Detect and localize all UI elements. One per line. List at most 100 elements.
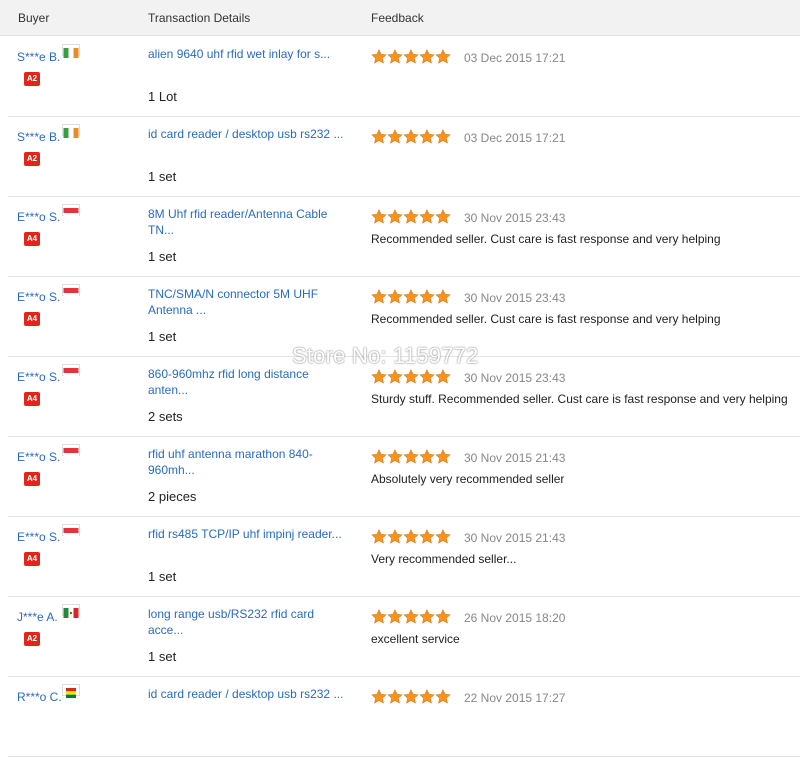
feedback-comment: Absolutely very recommended seller <box>371 472 565 486</box>
quantity-text: 1 Lot <box>148 89 177 104</box>
singapore-flag-icon <box>62 444 80 458</box>
buyer-name-link[interactable]: J***e A. <box>17 610 58 624</box>
feedback-date: 22 Nov 2015 17:27 <box>464 691 566 705</box>
feedback-date: 30 Nov 2015 23:43 <box>464 211 566 225</box>
feedback-comment: Very recommended seller... <box>371 552 517 566</box>
star-icon <box>419 49 435 64</box>
star-icon <box>403 49 419 64</box>
product-link[interactable]: rfid rs485 TCP/IP uhf impinj reader... <box>148 526 348 542</box>
star-icon <box>435 609 451 624</box>
buyer-name-link[interactable]: S***e B. <box>17 50 60 64</box>
product-link[interactable]: 860-960mhz rfid long distance anten... <box>148 366 348 398</box>
feedback-column-header: Feedback <box>371 11 424 25</box>
product-link[interactable]: alien 9640 uhf rfid wet inlay for s... <box>148 46 348 62</box>
ireland-flag-icon <box>62 44 80 58</box>
star-icon <box>371 689 387 704</box>
product-link[interactable]: rfid uhf antenna marathon 840-960mh... <box>148 446 348 478</box>
star-icon <box>387 449 403 464</box>
feedback-row: E***o S. A4 860-960mhz rfid long distance … <box>8 356 800 437</box>
star-icon <box>435 689 451 704</box>
star-icon <box>419 209 435 224</box>
feedback-row: E***o S. A4 rfid uhf antenna marathon 840-… <box>8 436 800 517</box>
product-link[interactable]: TNC/SMA/N connector 5M UHF Antenna ... <box>148 286 348 318</box>
singapore-flag-icon <box>62 204 80 218</box>
star-icon <box>371 529 387 544</box>
star-icon <box>403 289 419 304</box>
buyer-level-badge: A2 <box>24 632 40 646</box>
star-rating <box>371 209 451 225</box>
singapore-flag-icon <box>62 524 80 538</box>
star-rating <box>371 529 451 545</box>
mexico-flag-icon <box>62 604 80 618</box>
star-icon <box>435 529 451 544</box>
star-icon <box>403 209 419 224</box>
star-icon <box>403 689 419 704</box>
rating-stars <box>371 369 451 384</box>
star-icon <box>419 529 435 544</box>
star-icon <box>435 209 451 224</box>
star-icon <box>387 289 403 304</box>
bolivia-flag-icon <box>62 684 80 698</box>
feedback-comment: excellent service <box>371 632 460 646</box>
ireland-flag-icon <box>62 124 80 138</box>
buyer-level-badge: A4 <box>24 232 40 246</box>
star-icon <box>419 129 435 144</box>
star-icon <box>371 209 387 224</box>
buyer-name-link[interactable]: E***o S. <box>17 450 60 464</box>
quantity-text: 1 set <box>148 169 177 184</box>
star-icon <box>435 449 451 464</box>
product-link[interactable]: long range usb/RS232 rfid card acce... <box>148 606 348 638</box>
buyer-name-link[interactable]: E***o S. <box>17 370 60 384</box>
buyer-name-link[interactable]: E***o S. <box>17 210 60 224</box>
feedback-row: R***o C. id card reader / desktop usb rs2… <box>8 676 800 757</box>
feedback-row: E***o S. A4 8M Uhf rfid reader/Antenna Cab… <box>8 196 800 277</box>
star-icon <box>419 289 435 304</box>
star-icon <box>371 49 387 64</box>
feedback-comment: Sturdy stuff. Recommended seller. Cust c… <box>371 392 788 406</box>
star-icon <box>435 129 451 144</box>
feedback-date: 03 Dec 2015 17:21 <box>464 131 566 145</box>
star-icon <box>371 129 387 144</box>
star-rating <box>371 289 451 305</box>
buyer-level-badge: A2 <box>24 152 40 166</box>
star-icon <box>403 529 419 544</box>
feedback-row: E***o S. A4 rfid rs485 TCP/IP uhf impinj r… <box>8 516 800 597</box>
feedback-date: 30 Nov 2015 21:43 <box>464 451 566 465</box>
star-icon <box>435 49 451 64</box>
star-icon <box>419 689 435 704</box>
transaction-details-column-header: Transaction Details <box>148 11 251 25</box>
star-icon <box>403 449 419 464</box>
feedback-row: E***o S. A4 TNC/SMA/N connector 5M UHF Ant… <box>8 276 800 357</box>
buyer-name-link[interactable]: E***o S. <box>17 290 60 304</box>
rating-stars <box>371 289 451 304</box>
buyer-name-link[interactable]: E***o S. <box>17 530 60 544</box>
quantity-text: 1 set <box>148 569 177 584</box>
buyer-name-link[interactable]: S***e B. <box>17 130 60 144</box>
product-link[interactable]: id card reader / desktop usb rs232 ... <box>148 126 348 142</box>
star-rating <box>371 49 451 65</box>
product-link[interactable]: 8M Uhf rfid reader/Antenna Cable TN... <box>148 206 348 238</box>
quantity-text: 2 sets <box>148 409 183 424</box>
feedback-date: 30 Nov 2015 21:43 <box>464 531 566 545</box>
quantity-text: 2 pieces <box>148 489 197 504</box>
feedback-comment: Recommended seller. Cust care is fast re… <box>371 232 721 246</box>
star-icon <box>419 449 435 464</box>
feedback-date: 30 Nov 2015 23:43 <box>464 291 566 305</box>
quantity-text: 1 set <box>148 329 177 344</box>
star-rating <box>371 369 451 385</box>
rating-stars <box>371 449 451 464</box>
rating-stars <box>371 689 451 704</box>
star-rating <box>371 609 451 625</box>
feedback-date: 26 Nov 2015 18:20 <box>464 611 566 625</box>
feedback-row: S***e B. A2 alien 9640 uhf rfid wet inlay … <box>8 36 800 117</box>
buyer-level-badge: A4 <box>24 552 40 566</box>
buyer-level-badge: A2 <box>24 72 40 86</box>
star-icon <box>387 209 403 224</box>
star-icon <box>371 449 387 464</box>
feedback-date: 03 Dec 2015 17:21 <box>464 51 566 65</box>
star-icon <box>435 369 451 384</box>
product-link[interactable]: id card reader / desktop usb rs232 ... <box>148 686 348 702</box>
star-rating <box>371 449 451 465</box>
buyer-column-header: Buyer <box>18 11 50 25</box>
buyer-name-link[interactable]: R***o C. <box>17 690 62 704</box>
